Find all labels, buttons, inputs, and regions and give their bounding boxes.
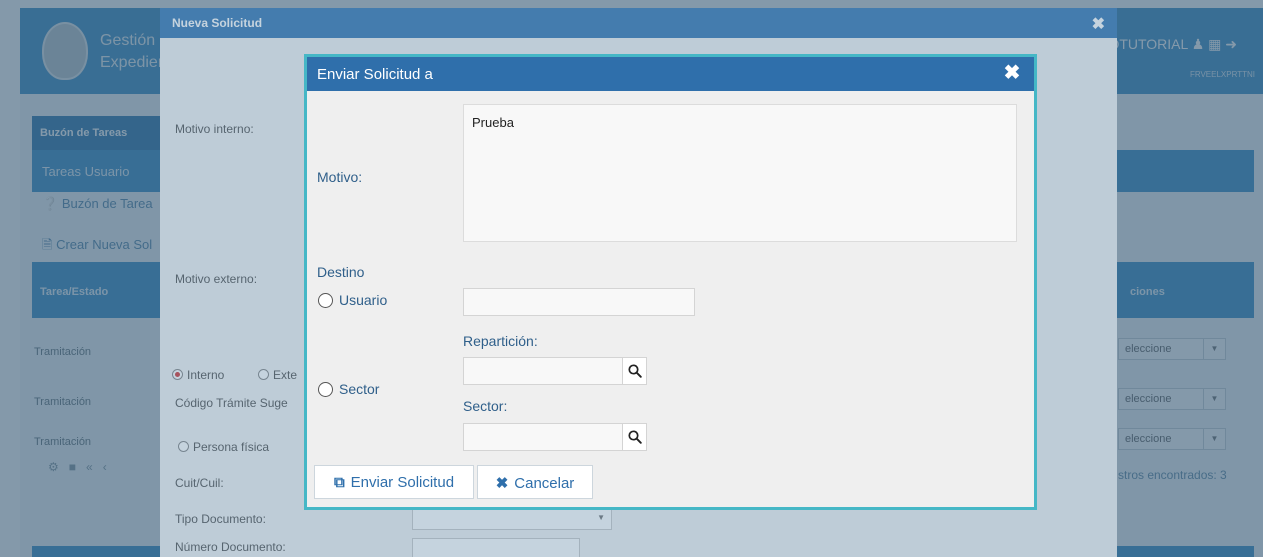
enviar-solicitud-button[interactable]: ⧉ Enviar Solicitud bbox=[314, 465, 474, 499]
sector-radio-label: Sector bbox=[339, 381, 380, 397]
reparticion-label: Repartición: bbox=[463, 333, 538, 349]
reparticion-search-button[interactable] bbox=[622, 358, 646, 384]
cancelar-button[interactable]: ✖ Cancelar bbox=[477, 465, 593, 499]
sector-search-button[interactable] bbox=[622, 424, 646, 450]
search-icon bbox=[628, 364, 642, 378]
cancel-x-icon: ✖ bbox=[495, 475, 509, 492]
modal-title: Enviar Solicitud a bbox=[317, 66, 433, 83]
close-icon[interactable]: ✖ bbox=[1000, 61, 1024, 85]
usuario-input[interactable] bbox=[463, 288, 695, 316]
cancel-button-label: Cancelar bbox=[514, 475, 575, 492]
share-icon: ⧉ bbox=[333, 474, 345, 491]
motivo-textarea[interactable]: Prueba bbox=[463, 104, 1017, 242]
sector-input[interactable] bbox=[463, 423, 647, 451]
enviar-solicitud-modal: Enviar Solicitud a ✖ Motivo: Prueba Dest… bbox=[304, 54, 1037, 510]
reparticion-input[interactable] bbox=[463, 357, 647, 385]
sector-label: Sector: bbox=[463, 398, 508, 414]
search-icon bbox=[628, 430, 642, 444]
send-button-label: Enviar Solicitud bbox=[350, 474, 455, 491]
destino-label: Destino bbox=[317, 264, 365, 280]
modal-header: Enviar Solicitud a ✖ bbox=[307, 57, 1034, 91]
radio-usuario[interactable] bbox=[318, 293, 333, 308]
radio-sector[interactable] bbox=[318, 382, 333, 397]
usuario-label: Usuario bbox=[339, 292, 388, 308]
motivo-label: Motivo: bbox=[317, 169, 363, 185]
